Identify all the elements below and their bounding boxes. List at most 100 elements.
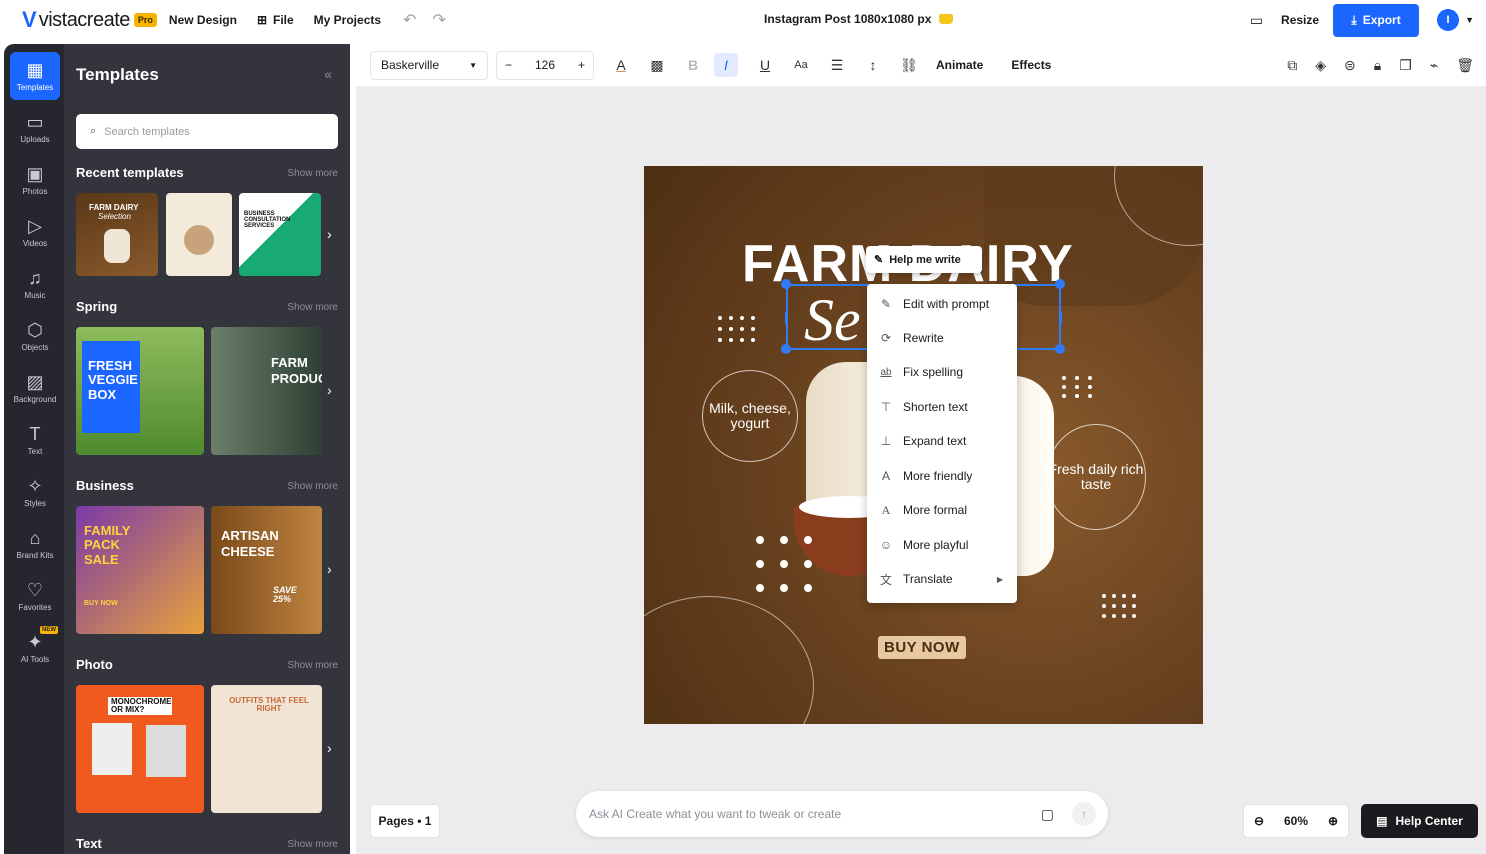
trash-icon[interactable]: 🗑︎ [1456, 57, 1474, 74]
menu-item-more-playful[interactable]: ☺ More playful [867, 528, 1017, 562]
objects-icon: ⬡ [27, 320, 43, 340]
template-thumb[interactable]: BUSINESS CONSULTATION SERVICES [239, 193, 321, 276]
font-family-select[interactable]: Baskerville ▼ [370, 50, 488, 80]
chevron-down-icon[interactable]: ▼ [1465, 15, 1474, 25]
line-spacing-icon[interactable]: ↕ [864, 57, 882, 73]
menu-item-edit-with-prompt[interactable]: ✎ Edit with prompt [867, 287, 1017, 321]
zoom-in-icon[interactable]: ⊕ [1328, 814, 1338, 828]
side-handle[interactable] [785, 311, 788, 325]
ai-prompt-input[interactable]: Ask AI Create what you want to tweak or … [576, 791, 1108, 837]
align-icon[interactable]: ☰ [828, 57, 846, 74]
resize-handle[interactable] [1055, 279, 1065, 289]
style-paint-icon[interactable]: ⌁ [1430, 57, 1438, 74]
rail-item-music[interactable]: ♫ Music [10, 260, 60, 308]
bubble-left[interactable]: Milk, cheese, yogurt [702, 370, 798, 462]
italic-icon[interactable]: I [714, 53, 738, 77]
text-color-icon[interactable]: A [612, 57, 630, 73]
menu-item-more-friendly[interactable]: A More friendly [867, 459, 1017, 493]
menu-item-more-formal[interactable]: A More formal [867, 493, 1017, 527]
side-handle[interactable] [1059, 311, 1062, 325]
template-thumb[interactable]: FAMILY PACK SALE BUY NOW [76, 506, 204, 634]
rail-item-background[interactable]: ▨ Background [10, 364, 60, 412]
document-title[interactable]: Instagram Post 1080x1080 px [764, 12, 954, 26]
menu-item-expand-text[interactable]: ⊥ Expand text [867, 424, 1017, 458]
redo-icon[interactable]: ↷ [432, 10, 445, 30]
template-thumb[interactable]: FARM DAIRY Selection [76, 193, 158, 276]
rail-label: Background [13, 395, 57, 404]
search-input[interactable]: ⌕ Search templates [76, 114, 338, 149]
resize-handle[interactable] [781, 344, 791, 354]
avatar[interactable]: I [1437, 9, 1460, 31]
replace-icon[interactable]: ⧉ [1287, 57, 1297, 74]
new-design-link[interactable]: New Design [169, 13, 237, 27]
comment-icon[interactable]: ▭ [1250, 12, 1263, 29]
template-thumb[interactable]: OUTFITS THAT FEEL RIGHT [211, 685, 322, 813]
rail-item-favorites[interactable]: ♡ Favorites [10, 572, 60, 620]
link-icon[interactable]: ⛓ [900, 57, 918, 74]
chevron-right-icon[interactable]: › [327, 226, 332, 242]
plus-icon[interactable]: + [578, 58, 585, 72]
letter-case-icon[interactable]: Aa [792, 59, 810, 71]
template-thumb[interactable]: FRESH VEGGIE BOX [76, 327, 204, 455]
font-size-value[interactable]: 126 [535, 58, 555, 72]
transparency-icon[interactable]: ▩ [648, 57, 666, 74]
download-icon: ⤓ [1351, 12, 1357, 27]
send-arrow-icon[interactable]: ↑ [1072, 802, 1096, 826]
rail-item-styles[interactable]: ✧ Styles [10, 468, 60, 516]
resize-handle[interactable] [1055, 344, 1065, 354]
zoom-level[interactable]: 60% [1284, 814, 1308, 828]
rail-item-templates[interactable]: ▦ Templates [10, 52, 60, 100]
underline-icon[interactable]: U [756, 57, 774, 73]
show-more-link[interactable]: Show more [287, 839, 338, 850]
menu-item-rewrite[interactable]: ⟳ Rewrite [867, 321, 1017, 355]
rail-item-uploads[interactable]: ▭ Uploads [10, 104, 60, 152]
animate-button[interactable]: Animate [936, 58, 983, 72]
show-more-link[interactable]: Show more [287, 168, 338, 179]
lock-icon[interactable]: 🔒︎ [1374, 57, 1381, 74]
template-thumb[interactable] [166, 193, 232, 276]
zoom-out-icon[interactable]: ⊖ [1254, 814, 1264, 828]
rail-item-brand-kits[interactable]: ⌂ Brand Kits [10, 520, 60, 568]
logo[interactable]: V vistacreate Pro [22, 9, 169, 32]
chevron-right-icon[interactable]: › [327, 382, 332, 398]
font-size-stepper[interactable]: − 126 + [496, 50, 594, 80]
rail-item-photos[interactable]: ▣ Photos [10, 156, 60, 204]
file-menu[interactable]: ⊞ File [257, 13, 294, 27]
menu-item-fix-spelling[interactable]: ab Fix spelling [867, 355, 1017, 389]
buy-now-button[interactable]: BUY NOW [878, 636, 966, 659]
template-thumb[interactable]: FARM PRODUCTS [211, 327, 322, 455]
bubble-right[interactable]: Fresh daily rich taste [1046, 424, 1146, 530]
pages-button[interactable]: Pages • 1 [370, 804, 440, 838]
thumb-text: ARTISAN CHEESE [221, 528, 279, 559]
rail-item-text[interactable]: T Text [10, 416, 60, 464]
collapse-icon[interactable]: « [324, 66, 332, 82]
show-more-link[interactable]: Show more [287, 302, 338, 313]
rail-item-videos[interactable]: ▷ Videos [10, 208, 60, 256]
attach-icon[interactable]: ▢ [1041, 806, 1054, 823]
minus-icon[interactable]: − [505, 58, 512, 72]
position-icon[interactable]: ⊜ [1344, 57, 1356, 74]
thumb-text: MONOCHROME OR MIX? [108, 697, 172, 715]
chevron-right-icon[interactable]: › [327, 561, 332, 577]
undo-icon[interactable]: ↶ [403, 10, 416, 30]
bold-icon[interactable]: B [684, 57, 702, 73]
layers-icon[interactable]: ◈ [1315, 57, 1326, 74]
show-more-link[interactable]: Show more [287, 481, 338, 492]
template-thumb[interactable]: MONOCHROME OR MIX? [76, 685, 204, 813]
my-projects-link[interactable]: My Projects [314, 13, 381, 27]
duplicate-icon[interactable]: ❐ [1399, 57, 1412, 74]
menu-item-translate[interactable]: 文 Translate ▶ [867, 562, 1017, 596]
resize-handle[interactable] [781, 279, 791, 289]
help-center-button[interactable]: ▤ Help Center [1361, 804, 1478, 838]
rail-item-ai-tools[interactable]: NEW ✦ AI Tools [10, 624, 60, 672]
rail-item-objects[interactable]: ⬡ Objects [10, 312, 60, 360]
chevron-right-icon[interactable]: › [327, 740, 332, 756]
effects-button[interactable]: Effects [1011, 58, 1051, 72]
help-me-write-button[interactable]: ✎ Help me write [866, 246, 982, 273]
menu-label: More formal [903, 503, 968, 517]
export-button[interactable]: ⤓ Export [1333, 3, 1420, 37]
resize-button[interactable]: Resize [1281, 13, 1319, 27]
menu-item-shorten-text[interactable]: ⊤ Shorten text [867, 390, 1017, 424]
template-thumb[interactable]: ARTISAN CHEESE SAVE 25% [211, 506, 322, 634]
show-more-link[interactable]: Show more [287, 660, 338, 671]
